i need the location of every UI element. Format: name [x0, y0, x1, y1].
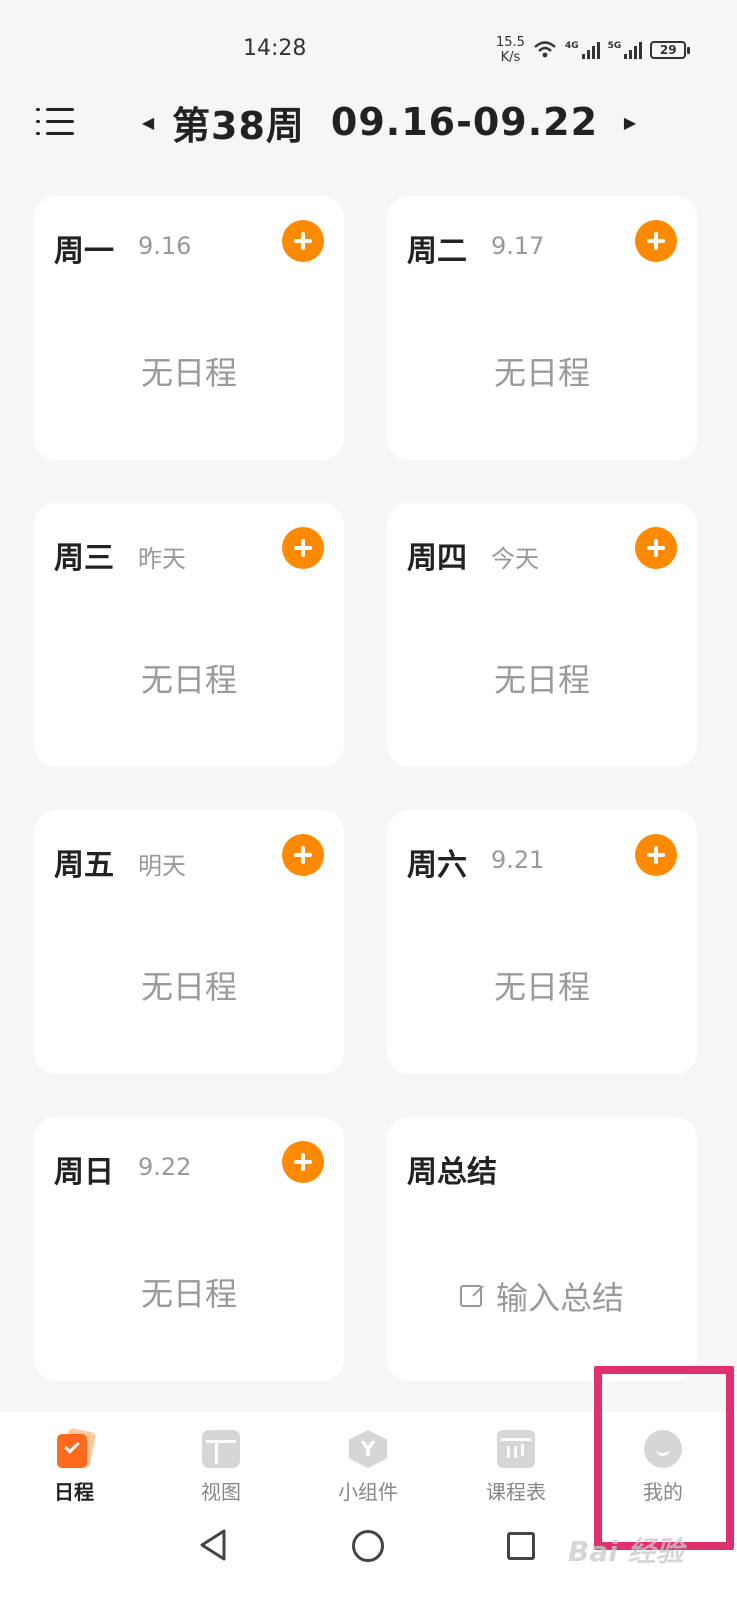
nav-label: 日程: [54, 1480, 94, 1504]
nav-item-widget[interactable]: 小组件: [308, 1430, 428, 1505]
profile-icon: [644, 1430, 682, 1468]
add-icon[interactable]: [635, 220, 677, 262]
nav-label: 小组件: [338, 1480, 398, 1504]
week-summary-card[interactable]: 周总结 输入总结: [387, 1117, 697, 1381]
day-name: 周二: [407, 234, 467, 269]
watermark: Bai 经验: [568, 1535, 684, 1568]
nav-label: 视图: [201, 1480, 241, 1504]
summary-input-text: 输入总结: [495, 1279, 624, 1317]
widget-icon: [349, 1430, 387, 1468]
day-date: 昨天: [138, 545, 186, 573]
battery-icon: 29: [650, 41, 691, 59]
day-name: 周一: [54, 234, 114, 269]
day-name: 周四: [407, 541, 467, 576]
day-date: 9.21: [491, 846, 545, 874]
home-icon[interactable]: [352, 1530, 384, 1562]
add-icon[interactable]: [282, 1141, 324, 1183]
day-name: 周日: [54, 1155, 114, 1190]
nav-item-profile[interactable]: 我的: [603, 1430, 723, 1505]
day-date: 9.22: [138, 1153, 192, 1181]
day-card-wednesday[interactable]: 周三 昨天 无日程: [34, 503, 344, 767]
nav-label: 我的: [643, 1480, 683, 1504]
empty-schedule-text: 无日程: [493, 968, 590, 1006]
empty-schedule-text: 无日程: [493, 354, 590, 392]
edit-icon: [459, 1285, 482, 1307]
nav-item-timetable[interactable]: 课程表: [456, 1430, 576, 1505]
signal-icon-1: 4G: [565, 41, 600, 59]
net-speed: 15.5 K/s: [496, 35, 525, 65]
next-week-icon[interactable]: ▶: [620, 113, 640, 132]
add-icon[interactable]: [282, 220, 324, 262]
day-date: 9.17: [491, 232, 545, 260]
day-card-tuesday[interactable]: 周二 9.17 无日程: [387, 196, 697, 460]
nav-item-view[interactable]: 视图: [161, 1430, 281, 1505]
wifi-icon: [534, 41, 556, 58]
day-date: 明天: [138, 852, 186, 880]
day-card-friday[interactable]: 周五 明天 无日程: [34, 810, 344, 1074]
add-icon[interactable]: [282, 834, 324, 876]
summary-input[interactable]: 输入总结: [387, 1273, 697, 1319]
view-icon: [202, 1430, 240, 1468]
empty-schedule-text: 无日程: [140, 661, 237, 699]
empty-schedule-text: 无日程: [140, 968, 237, 1006]
day-card-thursday[interactable]: 周四 今天 无日程: [387, 503, 697, 767]
empty-schedule-text: 无日程: [493, 661, 590, 699]
add-icon[interactable]: [282, 527, 324, 569]
nav-item-schedule[interactable]: 日程: [14, 1427, 134, 1505]
status-time: 14:28: [243, 36, 307, 61]
day-card-sunday[interactable]: 周日 9.22 无日程: [34, 1117, 344, 1381]
bottom-nav: 日程 视图 小组件 课程表 我的: [0, 1412, 737, 1510]
prev-week-icon[interactable]: ◀: [138, 113, 158, 132]
menu-icon[interactable]: [36, 104, 76, 140]
nav-label: 课程表: [486, 1480, 546, 1504]
day-date: 9.16: [138, 232, 192, 260]
summary-title: 周总结: [407, 1155, 497, 1190]
day-card-monday[interactable]: 周一 9.16 无日程: [34, 196, 344, 460]
day-name: 周三: [54, 541, 114, 576]
week-nav: ◀ 第38周 09.16-09.22 ▶: [138, 98, 640, 148]
recent-apps-icon[interactable]: [507, 1532, 535, 1560]
day-name: 周五: [54, 848, 114, 883]
day-date: 今天: [491, 545, 539, 573]
status-icons: 15.5 K/s 4G 5G 29: [496, 32, 691, 68]
header: ◀ 第38周 09.16-09.22 ▶: [0, 90, 737, 154]
status-bar: 14:28 15.5 K/s 4G 5G 29: [0, 0, 737, 90]
day-card-saturday[interactable]: 周六 9.21 无日程: [387, 810, 697, 1074]
date-range: 09.16-09.22: [330, 100, 599, 144]
week-label: 第38周: [172, 103, 305, 148]
schedule-icon: [55, 1427, 97, 1469]
add-icon[interactable]: [635, 834, 677, 876]
back-icon[interactable]: [198, 1528, 230, 1562]
empty-schedule-text: 无日程: [140, 354, 237, 392]
timetable-icon: [497, 1430, 535, 1468]
day-name: 周六: [407, 848, 467, 883]
signal-icon-2: 5G: [608, 41, 643, 59]
empty-schedule-text: 无日程: [140, 1275, 237, 1313]
add-icon[interactable]: [635, 527, 677, 569]
